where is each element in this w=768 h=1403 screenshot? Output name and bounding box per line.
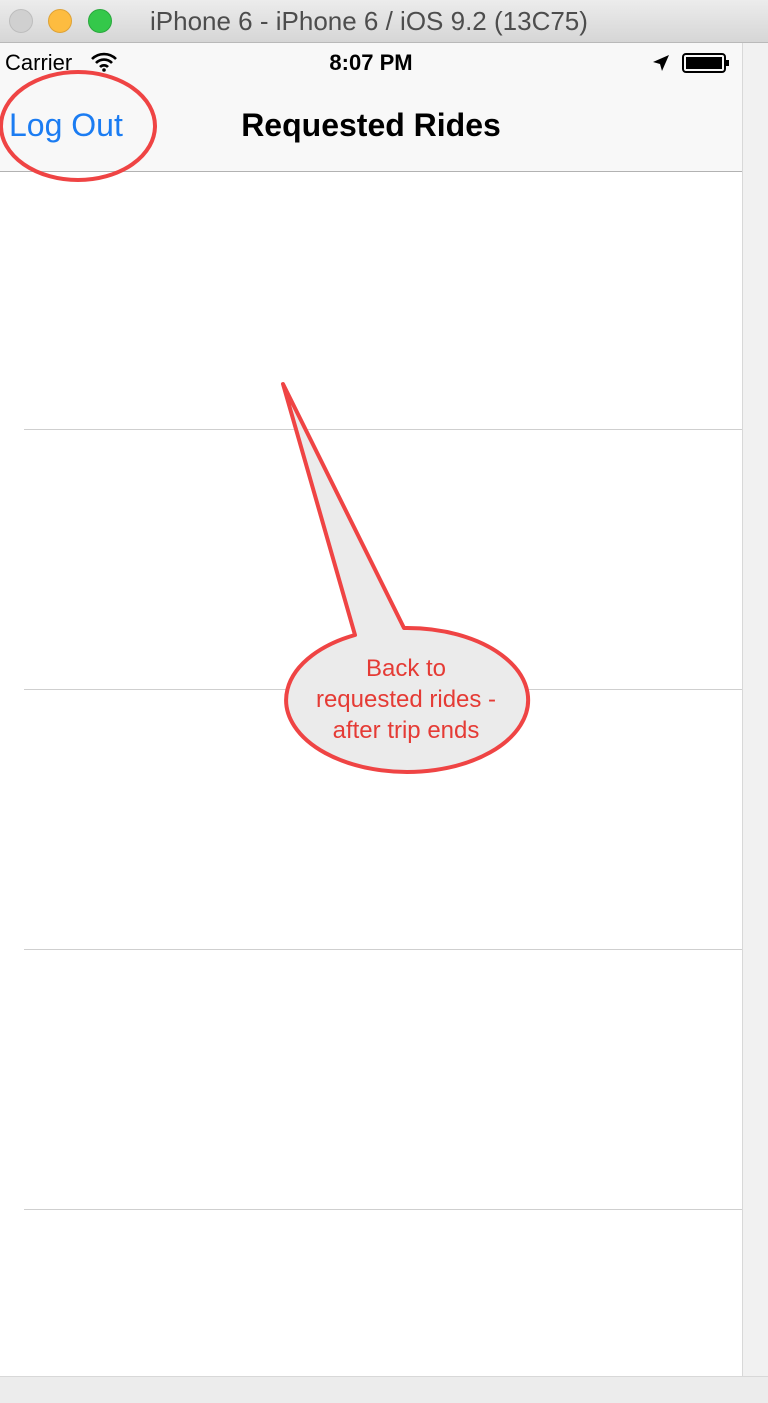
annotation-line: Back to xyxy=(365,655,447,682)
annotation-line: after trip ends xyxy=(332,717,480,744)
annotation-line: requested rides - xyxy=(315,686,497,713)
highlight-circle xyxy=(0,70,157,182)
annotation-callout-text: Back to requested rides - after trip end… xyxy=(286,653,526,746)
